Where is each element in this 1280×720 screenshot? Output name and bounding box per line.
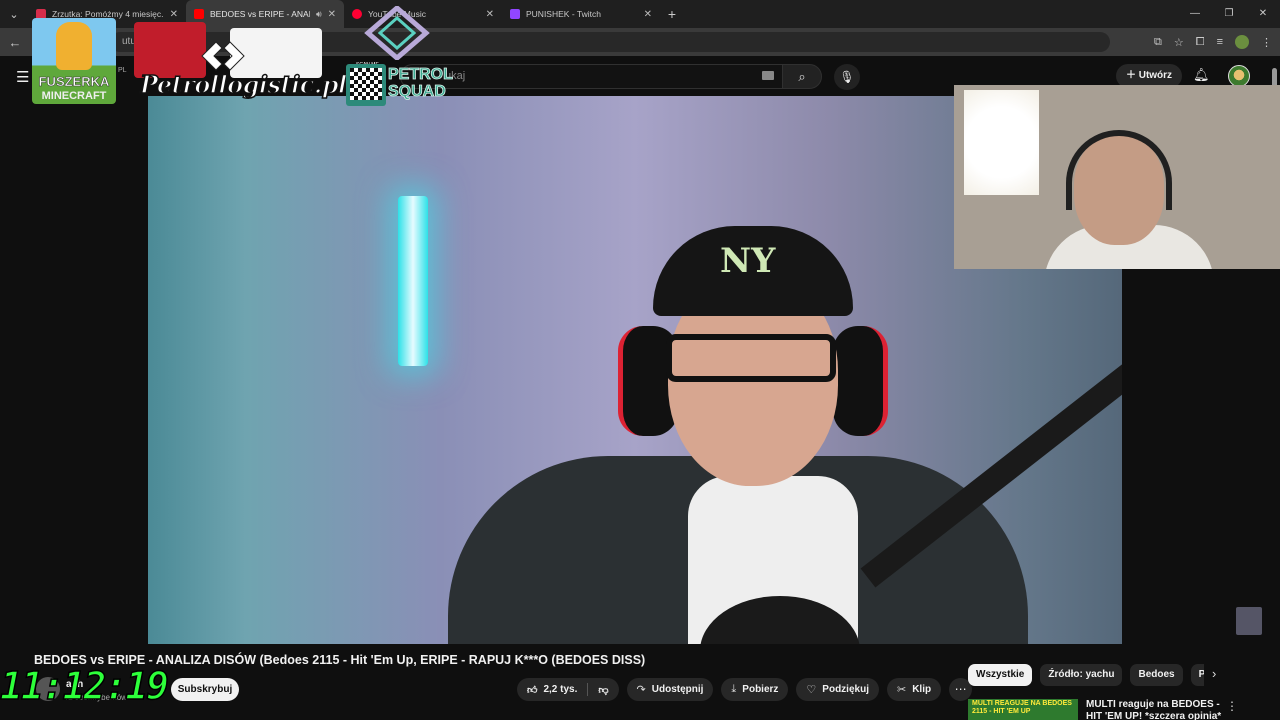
download-label: Pobierz <box>742 684 779 695</box>
thanks-button[interactable]: ♡ Podziękuj <box>796 678 879 701</box>
minecraft-subtitle: MINECRAFT <box>41 90 107 102</box>
video-actions: 👍︎ 2,2 tys. 👎︎ ↷ Udostępnij ⤓ Pobierz ♡ Podz… <box>517 678 973 701</box>
glasses-image <box>666 334 836 382</box>
download-icon: ⤓ <box>731 683 737 695</box>
like-count: 2,2 tys. <box>543 684 578 695</box>
chips-row: Wszystkie Źródło: yachu Bedoes Podob <box>968 664 1204 686</box>
diamond-logo-icon <box>364 6 430 60</box>
create-label: Utwórz <box>1138 70 1173 81</box>
microphone-icon: 🎙︎ <box>839 70 855 84</box>
country-code: PL <box>118 67 127 74</box>
media-queue-icon[interactable]: ≡ <box>1217 36 1223 48</box>
download-button[interactable]: ⤓ Pobierz <box>721 678 789 701</box>
search-icon: ⌕ <box>798 69 806 84</box>
tab-title: PUNISHEK - Twitch <box>526 9 601 19</box>
like-dislike-group: 👍︎ 2,2 tys. 👎︎ <box>517 678 619 701</box>
fuszerka-minecraft-logo: FUSZERKA MINECRAFT <box>32 18 116 104</box>
share-label: Udostępnij <box>651 684 704 695</box>
recommended-thumbnail[interactable]: MULTI REAGUJE NA BEDOES 2115 - HIT 'EM U… <box>968 699 1078 720</box>
petrol-squad-logo: PETROL SQUAD <box>388 66 454 101</box>
webcam-headset-image <box>1066 130 1172 210</box>
fuszerka-title: FUSZERKA <box>38 74 110 90</box>
cast-icon[interactable]: ⧉ <box>1154 36 1162 49</box>
dollar-heart-icon: ♡ <box>806 684 817 696</box>
voice-search-button[interactable]: 🎙︎ <box>834 64 860 90</box>
close-tab-icon[interactable]: ✕ <box>486 9 494 20</box>
close-window-button[interactable]: ✕ <box>1246 0 1280 28</box>
thanks-label: Podziękuj <box>822 684 869 695</box>
recommended-title[interactable]: MULTI reaguje na BEDOES - HIT 'EM UP! *s… <box>1086 699 1226 720</box>
window-image <box>964 90 1039 195</box>
profile-icon[interactable] <box>1235 35 1249 49</box>
hamburger-menu-icon[interactable]: ☰ <box>16 68 29 86</box>
keyboard-icon[interactable] <box>762 71 774 80</box>
led-lamp-image <box>398 196 428 366</box>
search-button[interactable]: ⌕ <box>782 64 822 89</box>
recommended-more-icon[interactable]: ⋮ <box>1226 699 1238 713</box>
stream-clock: 11:12:19 <box>0 663 170 709</box>
share-icon: ↷ <box>636 684 646 696</box>
back-button[interactable]: ← <box>0 35 30 50</box>
like-button[interactable]: 👍︎ 2,2 tys. <box>517 678 587 701</box>
clip-label: Klip <box>912 684 932 695</box>
qr-pattern <box>350 68 382 100</box>
scissors-icon: ✂ <box>896 684 907 696</box>
thumbs-up-icon: 👍︎ <box>527 684 538 696</box>
browser-tab-twitch[interactable]: PUNISHEK - Twitch ✕ <box>502 0 660 28</box>
dislike-button[interactable]: 👎︎ <box>588 678 618 701</box>
close-tab-icon[interactable]: ✕ <box>328 9 336 20</box>
extensions-icon[interactable]: ⧠ <box>1196 36 1205 49</box>
builder-character-image <box>56 22 92 70</box>
filter-chips: Wszystkie Źródło: yachu Bedoes Podob <box>968 664 1204 686</box>
chevron-right-icon[interactable]: › <box>1212 666 1216 681</box>
thumbnail-text: MULTI REAGUJE NA BEDOES 2115 - HIT 'EM U… <box>972 700 1072 715</box>
headphone-right-image <box>833 326 888 436</box>
clip-button[interactable]: ✂ Klip <box>886 678 942 701</box>
account-avatar[interactable] <box>1228 65 1250 87</box>
toolbar-icons: ⧉ ☆ ⧠ ≡ ⋮ <box>1154 28 1272 56</box>
youtube-music-favicon-icon <box>352 9 362 19</box>
bookmark-star-icon[interactable]: ☆ <box>1174 36 1184 49</box>
subscribe-button[interactable]: Subskrybuj <box>171 678 239 701</box>
restore-button[interactable]: ❐ <box>1212 0 1246 28</box>
notifications-bell-icon[interactable]: 🔔︎ <box>1193 67 1210 83</box>
close-tab-icon[interactable]: ✕ <box>644 9 652 20</box>
chip-all[interactable]: Wszystkie <box>968 664 1033 686</box>
share-button[interactable]: ↷ Udostępnij <box>626 678 714 701</box>
cap-logo: NY <box>720 241 776 281</box>
thumbs-down-icon: 👎︎ <box>598 684 609 696</box>
chip-bedoes[interactable]: Bedoes <box>1130 664 1183 686</box>
minimize-button[interactable]: — <box>1178 0 1212 28</box>
twitch-favicon-icon <box>510 9 520 19</box>
squad-line2: SQUAD <box>388 83 447 101</box>
mini-avatar-image <box>1236 607 1262 635</box>
webcam-overlay <box>954 85 1280 269</box>
new-tab-button[interactable]: + <box>660 6 684 22</box>
browser-menu-icon[interactable]: ⋮ <box>1261 36 1272 49</box>
tab-search-menu-button[interactable]: ⌄ <box>0 0 28 28</box>
chip-similar[interactable]: Podob <box>1190 664 1204 686</box>
squad-line1: PETROL <box>388 66 454 84</box>
search-input[interactable]: ukaj <box>400 64 784 89</box>
plus-icon: ＋ <box>1125 70 1139 81</box>
chip-source[interactable]: Źródło: yachu <box>1040 664 1123 686</box>
window-controls: — ❐ ✕ <box>1178 0 1280 28</box>
petrollogistic-text: Petrollogistic.pl <box>139 69 348 100</box>
qr-code-image <box>346 64 386 106</box>
